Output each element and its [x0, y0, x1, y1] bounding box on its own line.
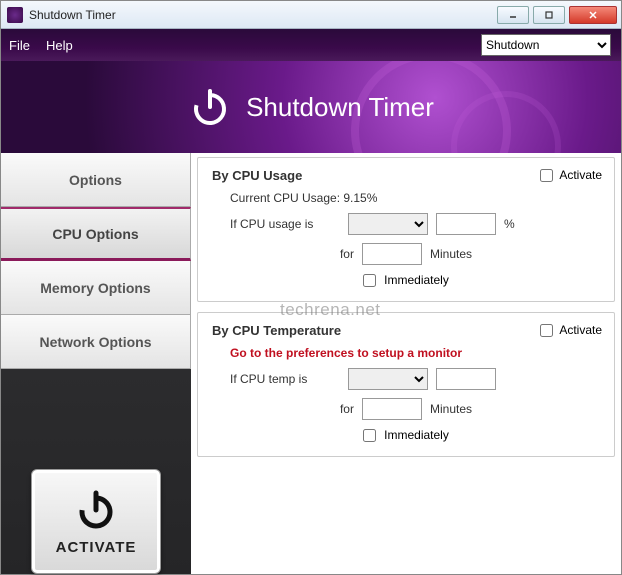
duration-input[interactable]	[362, 243, 422, 265]
action-select[interactable]: Shutdown	[481, 34, 611, 56]
monitor-warning: Go to the preferences to setup a monitor	[230, 346, 600, 360]
if-label: If CPU usage is	[230, 217, 340, 231]
menu-file[interactable]: File	[9, 38, 30, 53]
app-icon	[7, 7, 23, 23]
close-button[interactable]	[569, 6, 617, 24]
current-cpu-usage: Current CPU Usage: 9.15%	[230, 191, 600, 205]
activate-checkbox-row[interactable]: Activate	[540, 323, 602, 337]
content-area: By CPU Usage Activate Current CPU Usage:…	[191, 153, 621, 574]
duration-row: for Minutes	[212, 243, 600, 265]
menu-help[interactable]: Help	[46, 38, 73, 53]
immediately-label: Immediately	[384, 428, 449, 442]
immediately-label: Immediately	[384, 273, 449, 287]
percent-label: %	[504, 217, 515, 231]
cpu-usage-panel: By CPU Usage Activate Current CPU Usage:…	[197, 157, 615, 302]
immediately-row: Immediately	[212, 273, 600, 287]
condition-row: If CPU usage is %	[212, 213, 600, 235]
titlebar: Shutdown Timer	[1, 1, 621, 29]
minutes-label: Minutes	[430, 247, 472, 261]
activate-label: Activate	[559, 323, 602, 337]
immediately-row: Immediately	[212, 428, 600, 442]
power-icon	[74, 487, 118, 531]
tab-memory-options[interactable]: Memory Options	[1, 261, 191, 315]
activate-checkbox-row[interactable]: Activate	[540, 168, 602, 182]
for-label: for	[340, 402, 354, 416]
cpu-temp-panel: By CPU Temperature Activate Go to the pr…	[197, 312, 615, 457]
activate-checkbox[interactable]	[540, 324, 553, 337]
app-header: Shutdown Timer	[1, 61, 621, 153]
menubar: File Help Shutdown	[1, 29, 621, 61]
tab-network-options[interactable]: Network Options	[1, 315, 191, 369]
tab-cpu-options[interactable]: CPU Options	[1, 207, 191, 261]
window-title: Shutdown Timer	[29, 8, 497, 22]
tab-options[interactable]: Options	[1, 153, 191, 207]
maximize-button[interactable]	[533, 6, 565, 24]
window-controls	[497, 6, 617, 24]
duration-input[interactable]	[362, 398, 422, 420]
duration-row: for Minutes	[212, 398, 600, 420]
condition-row: If CPU temp is	[212, 368, 600, 390]
for-label: for	[340, 247, 354, 261]
activate-label: ACTIVATE	[56, 539, 137, 556]
sidebar: Options CPU Options Memory Options Netwo…	[1, 153, 191, 574]
header-title: Shutdown Timer	[246, 92, 434, 123]
activate-checkbox[interactable]	[540, 169, 553, 182]
comparator-select[interactable]	[348, 368, 428, 390]
activate-label: Activate	[559, 168, 602, 182]
minutes-label: Minutes	[430, 402, 472, 416]
immediately-checkbox[interactable]	[363, 274, 376, 287]
threshold-input[interactable]	[436, 368, 496, 390]
power-icon	[188, 85, 232, 129]
minimize-button[interactable]	[497, 6, 529, 24]
threshold-input[interactable]	[436, 213, 496, 235]
immediately-checkbox[interactable]	[363, 429, 376, 442]
comparator-select[interactable]	[348, 213, 428, 235]
if-label: If CPU temp is	[230, 372, 340, 386]
activate-button[interactable]: ACTIVATE	[31, 469, 161, 574]
